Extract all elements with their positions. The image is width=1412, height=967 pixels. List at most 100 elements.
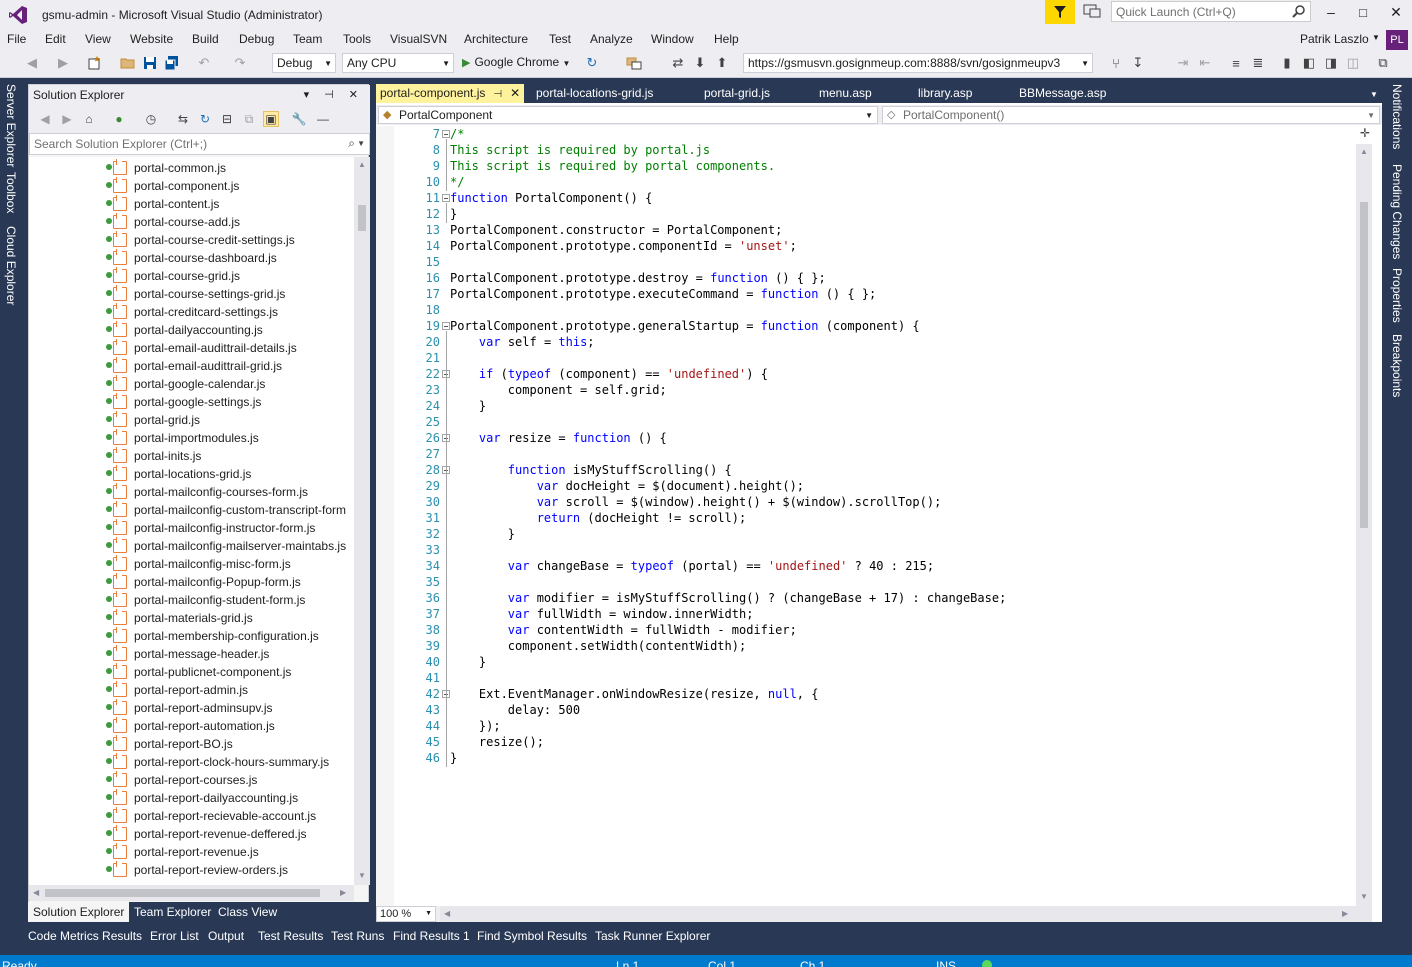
code-line[interactable]: 8 This script is required by portal.js [376, 142, 1356, 158]
new-project-icon[interactable] [86, 55, 102, 71]
save-icon[interactable] [142, 55, 158, 71]
scroll-thumb[interactable] [1360, 202, 1368, 528]
menu-debug[interactable]: Debug [239, 32, 274, 46]
list-item[interactable]: portal-course-add.js [29, 213, 354, 231]
platform-select[interactable]: Any CPU ▼ [342, 53, 454, 73]
scroll-thumb[interactable] [45, 889, 320, 897]
list-item[interactable]: portal-report-automation.js [29, 717, 354, 735]
open-folder-icon[interactable] [120, 55, 136, 71]
list-item[interactable]: portal-report-courses.js [29, 771, 354, 789]
editor-horizontal-scrollbar[interactable]: ◀ ▶ [440, 906, 1372, 922]
preview-selected-icon[interactable]: ▣ [263, 111, 279, 127]
minus-icon[interactable]: — [315, 111, 331, 127]
menu-window[interactable]: Window [651, 32, 694, 46]
tab-output[interactable]: Output [208, 929, 244, 943]
code-line[interactable]: 43 delay: 500 [376, 702, 1356, 718]
tab-task-runner-explorer[interactable]: Task Runner Explorer [595, 929, 710, 943]
code-line[interactable]: 22 if (typeof (component) == 'undefined'… [376, 366, 1356, 382]
solution-vertical-scrollbar[interactable]: ▲ ▼ [354, 157, 370, 885]
code-line[interactable]: 35 [376, 574, 1356, 590]
notifications-tab[interactable]: Notifications [1390, 84, 1404, 149]
code-line[interactable]: 34 var changeBase = typeof (portal) == '… [376, 558, 1356, 574]
tab-menu-asp[interactable]: menu.asp [815, 84, 876, 103]
list-item[interactable]: portal-common.js [29, 159, 354, 177]
tab-bbmessage-asp[interactable]: BBMessage.asp [1015, 84, 1110, 103]
menu-visualsvn[interactable]: VisualSVN [390, 32, 447, 46]
tab-solution-explorer[interactable]: Solution Explorer [28, 902, 130, 922]
refresh-icon[interactable]: ↻ [584, 55, 600, 71]
list-item[interactable]: portal-grid.js [29, 411, 354, 429]
code-line[interactable]: 18 [376, 302, 1356, 318]
panel-window-buttons[interactable]: ▾ ⊣ ✕ [304, 88, 364, 101]
code-line[interactable]: 42 Ext.EventManager.onWindowResize(resiz… [376, 686, 1356, 702]
close-button[interactable]: ✕ [1383, 2, 1409, 22]
start-debugging-button[interactable]: ▶ Google Chrome ▼ [462, 55, 570, 69]
collapse-outline-icon[interactable] [442, 194, 450, 202]
list-item[interactable]: portal-importmodules.js [29, 429, 354, 447]
code-line[interactable]: 25 [376, 414, 1356, 430]
svn-branch-icon[interactable]: ⑂ [1108, 55, 1124, 71]
code-line[interactable]: 36 var modifier = isMyStuffScrolling() ?… [376, 590, 1356, 606]
list-item[interactable]: portal-mailconfig-Popup-form.js [29, 573, 354, 591]
svn-merge-icon[interactable]: ↧ [1130, 55, 1146, 71]
tab-test-results[interactable]: Test Results [258, 929, 323, 943]
editor-vertical-scrollbar[interactable]: ▲ ▼ [1356, 144, 1372, 906]
back-icon[interactable]: ◀ [24, 55, 40, 71]
code-line[interactable]: 26 var resize = function () { [376, 430, 1356, 446]
tab-error-list[interactable]: Error List [150, 929, 199, 943]
forward-icon[interactable]: ▶ [59, 111, 75, 127]
code-line[interactable]: 38 var contentWidth = fullWidth - modifi… [376, 622, 1356, 638]
close-icon[interactable]: ✕ [510, 86, 520, 100]
redo-icon[interactable]: ↷ [232, 55, 248, 71]
toolbox-tab[interactable]: Toolbox [4, 172, 18, 213]
history-icon[interactable]: ◷ [143, 111, 159, 127]
comment-icon[interactable]: ≡ [1228, 55, 1244, 71]
browser-link-icon[interactable] [626, 55, 642, 71]
cloud-explorer-tab[interactable]: Cloud Explorer [4, 226, 18, 305]
code-line[interactable]: 41 [376, 670, 1356, 686]
zoom-select[interactable]: 100 % ▼ [376, 906, 436, 922]
sync-icon[interactable]: ⇆ [175, 111, 191, 127]
member-navigation-select[interactable]: ◇ PortalComponent() ▼ [882, 106, 1380, 124]
list-item[interactable]: portal-report-review-orders.js [29, 861, 354, 879]
code-line[interactable]: 44 }); [376, 718, 1356, 734]
home-icon[interactable]: ⌂ [81, 111, 97, 127]
list-item[interactable]: portal-creditcard-settings.js [29, 303, 354, 321]
code-line[interactable]: 7 /* [376, 126, 1356, 142]
pending-changes-tab[interactable]: Pending Changes [1390, 164, 1404, 259]
quick-launch-input[interactable]: Quick Launch (Ctrl+Q) [1111, 1, 1311, 22]
code-line[interactable]: 37 var fullWidth = window.innerWidth; [376, 606, 1356, 622]
code-line[interactable]: 15 [376, 254, 1356, 270]
list-item[interactable]: portal-course-grid.js [29, 267, 354, 285]
bookmark-icon[interactable]: ▮ [1279, 55, 1295, 71]
collapse-outline-icon[interactable] [442, 322, 450, 330]
feedback-icon[interactable] [1082, 3, 1104, 21]
tab-portal-grid[interactable]: portal-grid.js [700, 84, 774, 103]
refresh-icon[interactable]: ↻ [197, 111, 213, 127]
code-line[interactable]: 40 } [376, 654, 1356, 670]
code-line[interactable]: 10 */ [376, 174, 1356, 190]
split-window-icon[interactable]: ✛ [1360, 126, 1370, 140]
list-item[interactable]: portal-mailconfig-mailserver-maintabs.js [29, 537, 354, 555]
server-explorer-tab[interactable]: Server Explorer [4, 84, 18, 167]
pending-changes-filter-icon[interactable]: ● [111, 111, 127, 127]
list-item[interactable]: portal-google-calendar.js [29, 375, 354, 393]
list-item[interactable]: portal-google-settings.js [29, 393, 354, 411]
list-item[interactable]: portal-content.js [29, 195, 354, 213]
code-line[interactable]: 12} [376, 206, 1356, 222]
list-item[interactable]: portal-report-BO.js [29, 735, 354, 753]
menu-architecture[interactable]: Architecture [464, 32, 528, 46]
code-line[interactable]: 19 PortalComponent.prototype.generalStart… [376, 318, 1356, 334]
toolbar-options-icon[interactable]: ⧉ [1375, 55, 1391, 71]
tab-test-runs[interactable]: Test Runs [331, 929, 384, 943]
code-line[interactable]: 20 var self = this; [376, 334, 1356, 350]
code-line[interactable]: 14 PortalComponent.prototype.componentId … [376, 238, 1356, 254]
pin-icon[interactable]: ⊣ [493, 89, 502, 100]
code-line[interactable]: 27 [376, 446, 1356, 462]
menu-analyze[interactable]: Analyze [590, 32, 633, 46]
code-line[interactable]: 17 PortalComponent.prototype.executeComma… [376, 286, 1356, 302]
code-line[interactable]: 32 } [376, 526, 1356, 542]
tab-overflow-chevron-icon[interactable]: ▼ [1370, 90, 1378, 99]
list-item[interactable]: portal-materials-grid.js [29, 609, 354, 627]
list-item[interactable]: portal-inits.js [29, 447, 354, 465]
